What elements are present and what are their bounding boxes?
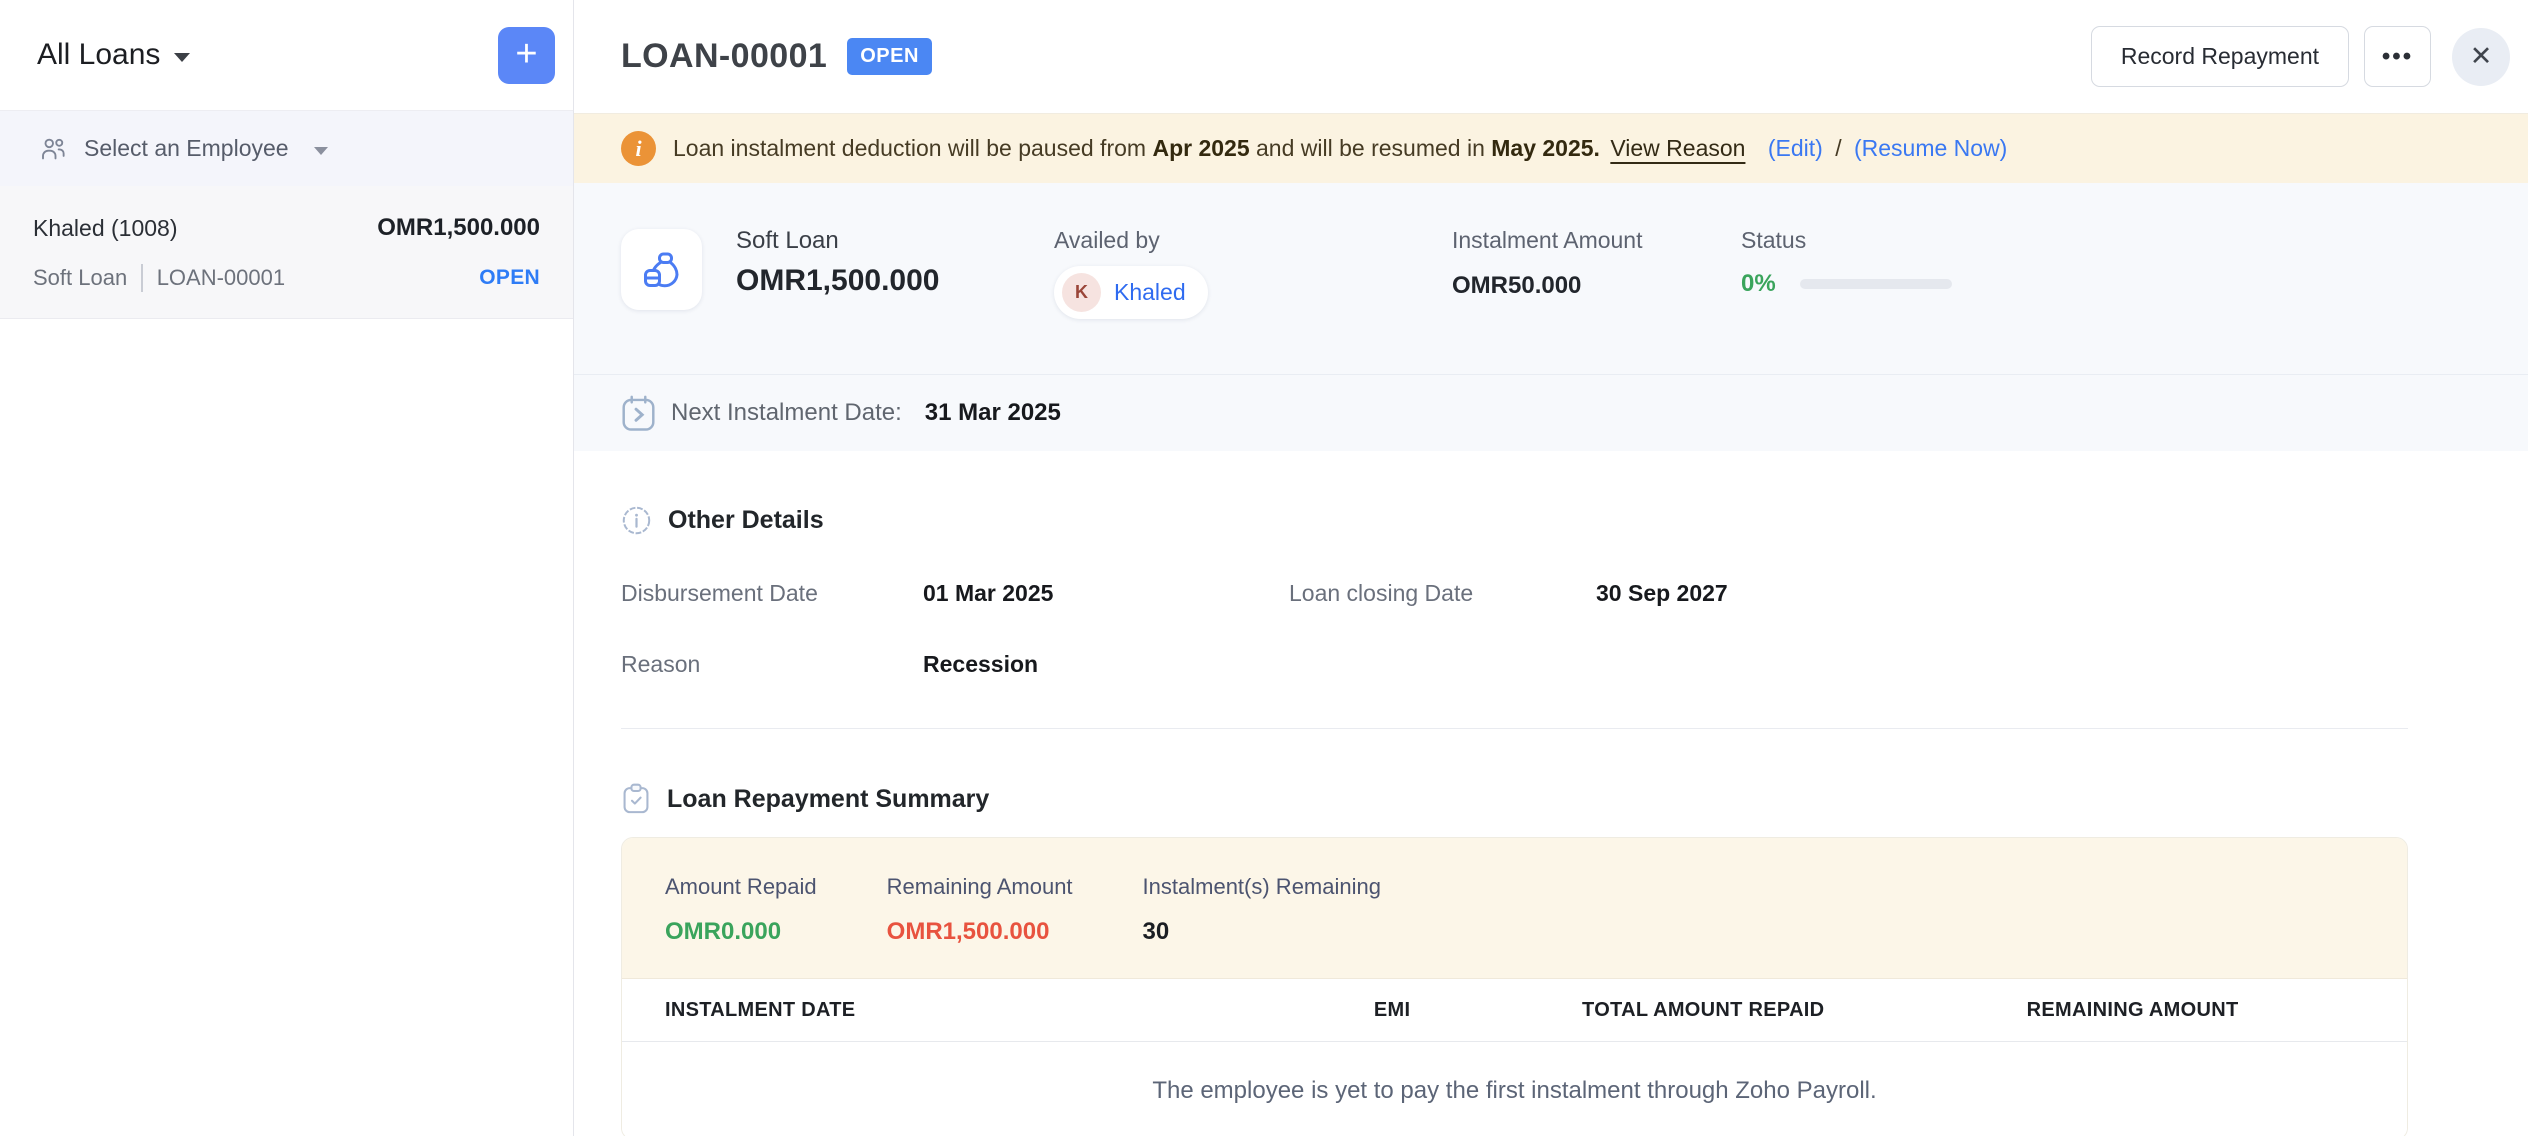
loan-amount-value: OMR1,500.000 — [736, 264, 939, 298]
repayment-summary-card: Amount Repaid OMR0.000 Remaining Amount … — [621, 837, 2408, 1136]
stat-label: Instalment(s) Remaining — [1143, 874, 1381, 900]
employee-filter-label: Select an Employee — [84, 135, 289, 162]
instalment-amount-block: Instalment Amount OMR50.000 — [1452, 227, 1643, 300]
loan-type-label: Soft Loan — [736, 227, 939, 255]
loan-status-block: Status 0% — [1741, 227, 1952, 298]
edit-pause-link[interactable]: (Edit) — [1768, 135, 1823, 161]
other-details-title: Other Details — [668, 506, 824, 535]
page-title: LOAN-00001 — [621, 37, 827, 76]
field-label: Reason — [621, 651, 923, 678]
divider — [141, 264, 143, 292]
stat-remaining-amount: Remaining Amount OMR1,500.000 — [887, 874, 1073, 946]
sidebar: All Loans + Select an Employee Khaled (1… — [0, 0, 574, 1136]
field-value: Recession — [923, 651, 1289, 678]
other-details-row: Reason Recession — [621, 651, 2408, 678]
details-section: Other Details Disbursement Date 01 Mar 2… — [574, 505, 2528, 1136]
money-bag-icon — [638, 246, 686, 294]
progress-bar — [1800, 279, 1952, 289]
field-value: 01 Mar 2025 — [923, 580, 1289, 607]
app-root: All Loans + Select an Employee Khaled (1… — [0, 0, 2528, 1136]
repayment-stats: Amount Repaid OMR0.000 Remaining Amount … — [622, 838, 2407, 979]
chevron-down-icon — [314, 147, 328, 155]
ellipsis-icon: ••• — [2382, 43, 2413, 71]
field-value: 30 Sep 2027 — [1596, 580, 2408, 607]
resume-now-link[interactable]: (Resume Now) — [1854, 135, 2007, 161]
column-header: INSTALMENT DATE — [665, 999, 1063, 1022]
next-instalment-label: Next Instalment Date: — [671, 399, 902, 427]
avatar: K — [1062, 273, 1101, 312]
stat-label: Amount Repaid — [665, 874, 817, 900]
loan-type-tile — [621, 229, 702, 310]
loan-item-type: Soft Loan — [33, 265, 127, 291]
loans-filter-dropdown[interactable]: All Loans — [37, 38, 190, 72]
banner-text: and will be resumed in — [1256, 135, 1485, 161]
instalment-amount-label: Instalment Amount — [1452, 227, 1643, 254]
availed-by-block: Availed by K Khaled — [1054, 227, 1208, 319]
main-header: LOAN-00001 OPEN Record Repayment ••• ✕ — [574, 0, 2528, 113]
repayment-summary-heading: Loan Repayment Summary — [621, 783, 2408, 815]
column-header: TOTAL AMOUNT REPAID — [1410, 999, 1824, 1022]
view-reason-link[interactable]: View Reason — [1610, 135, 1745, 161]
other-details-heading: Other Details — [621, 505, 2408, 536]
section-divider — [621, 728, 2408, 729]
other-details-row: Disbursement Date 01 Mar 2025 Loan closi… — [621, 580, 2408, 607]
loan-item-amount: OMR1,500.000 — [377, 214, 540, 242]
record-repayment-button[interactable]: Record Repayment — [2091, 26, 2349, 87]
plus-icon: + — [515, 35, 537, 73]
column-header: REMAINING AMOUNT — [1824, 999, 2238, 1022]
employee-filter-dropdown[interactable]: Select an Employee — [0, 111, 573, 186]
loan-overview-card: Soft Loan OMR1,500.000 Availed by K Khal… — [574, 183, 2528, 451]
empty-state-message: The employee is yet to pay the first ins… — [622, 1042, 2407, 1136]
loan-item-status-badge: OPEN — [479, 266, 540, 290]
field-label: Loan closing Date — [1289, 580, 1596, 607]
add-loan-button[interactable]: + — [498, 27, 555, 84]
pause-notice-text: Loan instalment deduction will be paused… — [673, 135, 2007, 162]
clipboard-check-icon — [621, 783, 651, 815]
column-header: EMI — [1063, 999, 1411, 1022]
loan-item-subtitle: Soft Loan LOAN-00001 — [33, 264, 285, 292]
calendar-next-icon — [621, 395, 656, 432]
field-label: Disbursement Date — [621, 580, 923, 607]
banner-separator: / — [1835, 135, 1841, 161]
repayment-table-header: INSTALMENT DATE EMI TOTAL AMOUNT REPAID … — [622, 979, 2407, 1042]
pause-notice-banner: i Loan instalment deduction will be paus… — [574, 113, 2528, 183]
info-badge-icon — [621, 505, 652, 536]
chevron-down-icon — [174, 53, 190, 62]
close-button[interactable]: ✕ — [2452, 28, 2510, 86]
banner-resume-month: May 2025. — [1491, 135, 1600, 161]
close-icon: ✕ — [2470, 41, 2493, 72]
stat-instalments-remaining: Instalment(s) Remaining 30 — [1143, 874, 1381, 946]
loan-item-employee: Khaled (1008) — [33, 215, 178, 242]
more-options-button[interactable]: ••• — [2364, 26, 2431, 87]
next-instalment-row: Next Instalment Date: 31 Mar 2025 — [574, 374, 2528, 451]
banner-text: Loan instalment deduction will be paused… — [673, 135, 1146, 161]
sidebar-title: All Loans — [37, 38, 160, 72]
stat-value: OMR1,500.000 — [887, 918, 1073, 946]
banner-pause-month: Apr 2025 — [1152, 135, 1249, 161]
loan-list-item[interactable]: Khaled (1008) OMR1,500.000 Soft Loan LOA… — [0, 186, 573, 319]
instalment-amount-value: OMR50.000 — [1452, 272, 1643, 300]
repayment-summary-title: Loan Repayment Summary — [667, 785, 989, 814]
availed-by-label: Availed by — [1054, 227, 1208, 254]
next-instalment-date: 31 Mar 2025 — [925, 399, 1061, 427]
loan-item-id: LOAN-00001 — [157, 265, 285, 291]
status-badge: OPEN — [847, 38, 932, 75]
stat-value: OMR0.000 — [665, 918, 817, 946]
stat-label: Remaining Amount — [887, 874, 1073, 900]
sidebar-header: All Loans + — [0, 0, 573, 111]
loan-amount-block: Soft Loan OMR1,500.000 — [736, 227, 939, 298]
info-icon: i — [621, 131, 656, 166]
progress-percent: 0% — [1741, 270, 1776, 298]
employee-chip[interactable]: K Khaled — [1054, 266, 1208, 319]
status-label: Status — [1741, 227, 1952, 254]
stat-amount-repaid: Amount Repaid OMR0.000 — [665, 874, 817, 946]
stat-value: 30 — [1143, 918, 1381, 946]
employee-name-link: Khaled — [1114, 279, 1186, 306]
main-panel: LOAN-00001 OPEN Record Repayment ••• ✕ i… — [574, 0, 2528, 1136]
users-icon — [37, 134, 69, 164]
